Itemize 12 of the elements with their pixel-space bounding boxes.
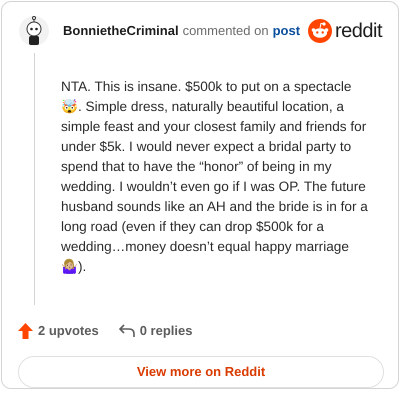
reply-icon[interactable] [118,324,135,338]
author-name[interactable]: BonnietheCriminal [63,21,179,41]
post-link[interactable]: post [272,21,300,41]
reddit-logo-icon [308,19,332,43]
comment-text: NTA. This is insane. $500k to put on a spectacle 🤯. Simple dress, naturally beautiful location, a simple feast and your closest family and friends for under $5k. I would never expect a bridal party to spend that to have the “honor” of being in my wedding. I wouldn’t even go if I was OP. The future husband sounds like an AH and the bride is in for a long road (even if they can drop $500k for a wedding…money doesn’t equal happy marriage 🤷🏼‍♀). [61,78,369,276]
view-more-button[interactable]: View more on Reddit [18,356,384,388]
avatar-icon [18,15,50,47]
reply-count: 0 replies [140,322,192,340]
action-text: commented on [182,22,269,40]
upvote-count: 2 upvotes [38,322,99,340]
upvote-arrow-icon[interactable] [18,322,33,339]
reddit-wordmark: reddit [334,19,382,44]
